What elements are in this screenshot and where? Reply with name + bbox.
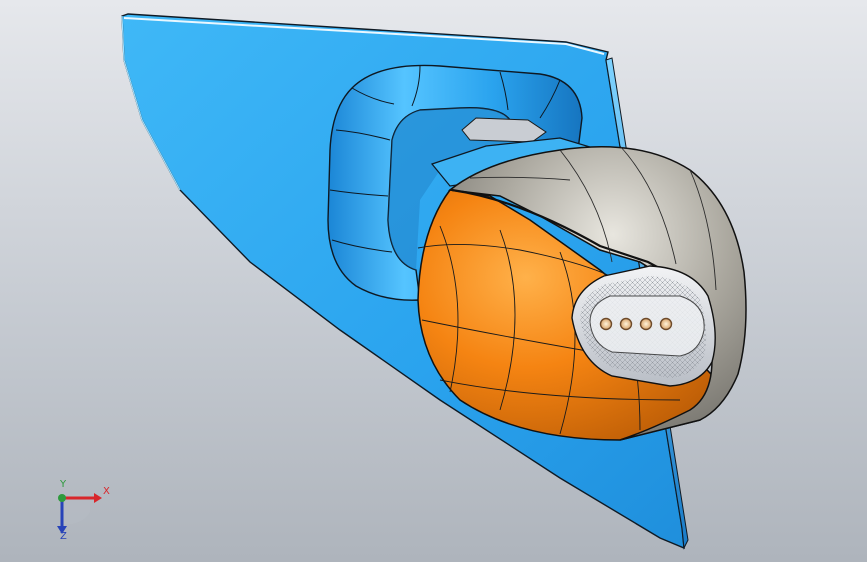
3d-model-view[interactable] <box>0 0 867 562</box>
led-4 <box>659 317 673 331</box>
led-1 <box>599 317 613 331</box>
y-axis-label: Y <box>60 479 67 490</box>
reference-triad: X Y Z <box>44 478 114 544</box>
led-2 <box>619 317 633 331</box>
led-3 <box>639 317 653 331</box>
x-axis-arrow-icon <box>94 493 102 503</box>
graphics-viewport[interactable]: X Y Z <box>0 0 867 562</box>
y-axis-icon <box>58 494 66 502</box>
x-axis-label: X <box>103 486 110 497</box>
z-axis-label: Z <box>60 531 67 542</box>
